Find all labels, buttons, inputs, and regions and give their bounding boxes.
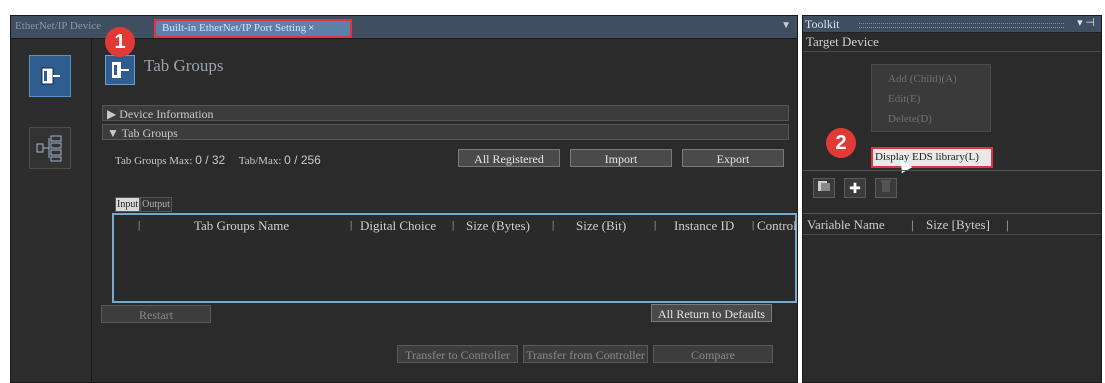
trash-icon[interactable] <box>875 178 897 198</box>
page-title: Tab Groups <box>144 56 224 75</box>
tab-output[interactable]: Output <box>140 197 172 212</box>
close-icon[interactable]: × <box>308 22 314 34</box>
sidebar-item-device-icon[interactable] <box>29 55 71 97</box>
pin-icon[interactable]: ▾ ⊣ <box>1077 16 1095 29</box>
column-header[interactable]: Variable Name <box>807 217 885 233</box>
column-header[interactable]: Tab Groups Name <box>194 218 289 234</box>
compare-button[interactable]: Compare <box>653 345 773 363</box>
main-panel: EtherNet/IP Device Built-in EtherNet/IP … <box>10 15 798 383</box>
section-tab-groups[interactable]: ▼ Tab Groups <box>102 124 789 140</box>
restart-button[interactable]: Restart <box>101 305 211 323</box>
toolkit-panel: Toolkit ▾ ⊣ Target Device Add (Child)(A)… <box>802 15 1102 383</box>
plus-icon[interactable]: ✚ <box>844 178 866 198</box>
network-tree-icon <box>36 135 62 162</box>
io-tabs: Input Output <box>115 197 172 212</box>
menu-item-add-child[interactable]: Add (Child)(A) <box>888 73 957 85</box>
tab-groups-max-value: 0 / 32 <box>195 153 226 167</box>
tab-groups-table[interactable]: | Tab Groups Name | Digital Choice | Siz… <box>112 213 797 303</box>
column-header[interactable]: Size (Bytes) <box>466 218 530 234</box>
import-button[interactable]: Import <box>570 149 672 167</box>
column-header[interactable]: Size [Bytes] <box>926 217 990 233</box>
all-return-to-defaults-button[interactable]: All Return to Defaults <box>651 304 772 322</box>
title-bar-grip <box>859 23 1064 28</box>
export-button[interactable]: Export <box>682 149 784 167</box>
column-header[interactable]: Control <box>757 218 797 234</box>
column-header[interactable]: Size (Bit) <box>576 218 626 234</box>
tab-input[interactable]: Input <box>115 197 141 212</box>
transfer-from-controller-button[interactable]: Transfer from Controller <box>523 345 648 363</box>
tab-group-stats: Tab Groups Max: 0 / 32 Tab/Max: 0 / 256 <box>115 153 321 167</box>
tab-builtin-port-setting[interactable]: Built-in EtherNet/IP Port Setting × <box>154 19 352 38</box>
menu-item-edit[interactable]: Edit(E) <box>888 93 920 105</box>
transfer-to-controller-button[interactable]: Transfer to Controller <box>397 345 518 363</box>
tab-max-label: Tab/Max: <box>238 155 282 167</box>
chevron-down-icon[interactable]: ▼ <box>781 20 791 31</box>
column-header[interactable]: Digital Choice <box>360 218 436 234</box>
device-icon <box>41 67 60 85</box>
library-icon[interactable] <box>813 178 835 198</box>
tab-max-value: 0 / 256 <box>284 153 321 167</box>
section-device-information[interactable]: ▶ Device Information <box>102 105 789 121</box>
target-device-header: Target Device <box>803 33 1101 52</box>
toolkit-title-bar: Toolkit ▾ ⊣ <box>803 16 1101 33</box>
all-registered-button[interactable]: All Registered <box>458 149 560 167</box>
tab-label: Built-in EtherNet/IP Port Setting <box>162 22 307 34</box>
tab-groups-icon <box>105 55 135 85</box>
callout-badge-2: 2 <box>826 128 856 158</box>
variable-table-header: Variable Name | Size [Bytes] | <box>803 213 1101 235</box>
context-menu: Add (Child)(A) Edit(E) Delete(D) <box>871 64 991 132</box>
callout-badge-1: 1 <box>105 27 135 57</box>
target-device-label: Target Device <box>806 34 879 49</box>
column-header[interactable]: Instance ID <box>674 218 734 234</box>
tab-ethernet-ip-device[interactable]: EtherNet/IP Device <box>15 20 101 32</box>
application-window: EtherNet/IP Device Built-in EtherNet/IP … <box>0 0 1105 383</box>
toolkit-title: Toolkit <box>805 17 840 31</box>
sidebar-item-tree-icon[interactable] <box>29 127 71 169</box>
menu-item-delete[interactable]: Delete(D) <box>888 113 932 125</box>
tab-groups-max-label: Tab Groups Max: <box>115 155 193 167</box>
menu-item-display-eds-library[interactable]: Display EDS library(L) <box>871 147 993 168</box>
sidebar <box>11 39 92 381</box>
